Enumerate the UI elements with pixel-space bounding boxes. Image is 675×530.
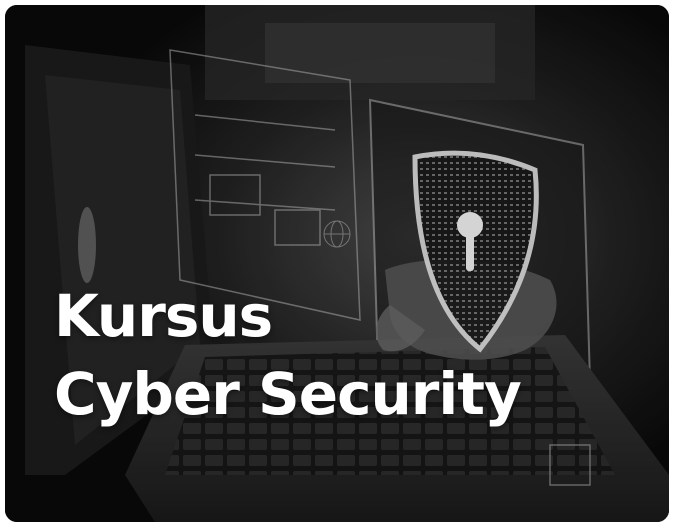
course-title-line-2: Cyber Security — [54, 360, 522, 428]
cyber-security-background-image — [5, 5, 669, 522]
course-card[interactable]: Kursus Cyber Security — [5, 5, 669, 522]
course-title: Kursus Cyber Security — [54, 277, 522, 433]
course-title-line-1: Kursus — [54, 282, 273, 350]
